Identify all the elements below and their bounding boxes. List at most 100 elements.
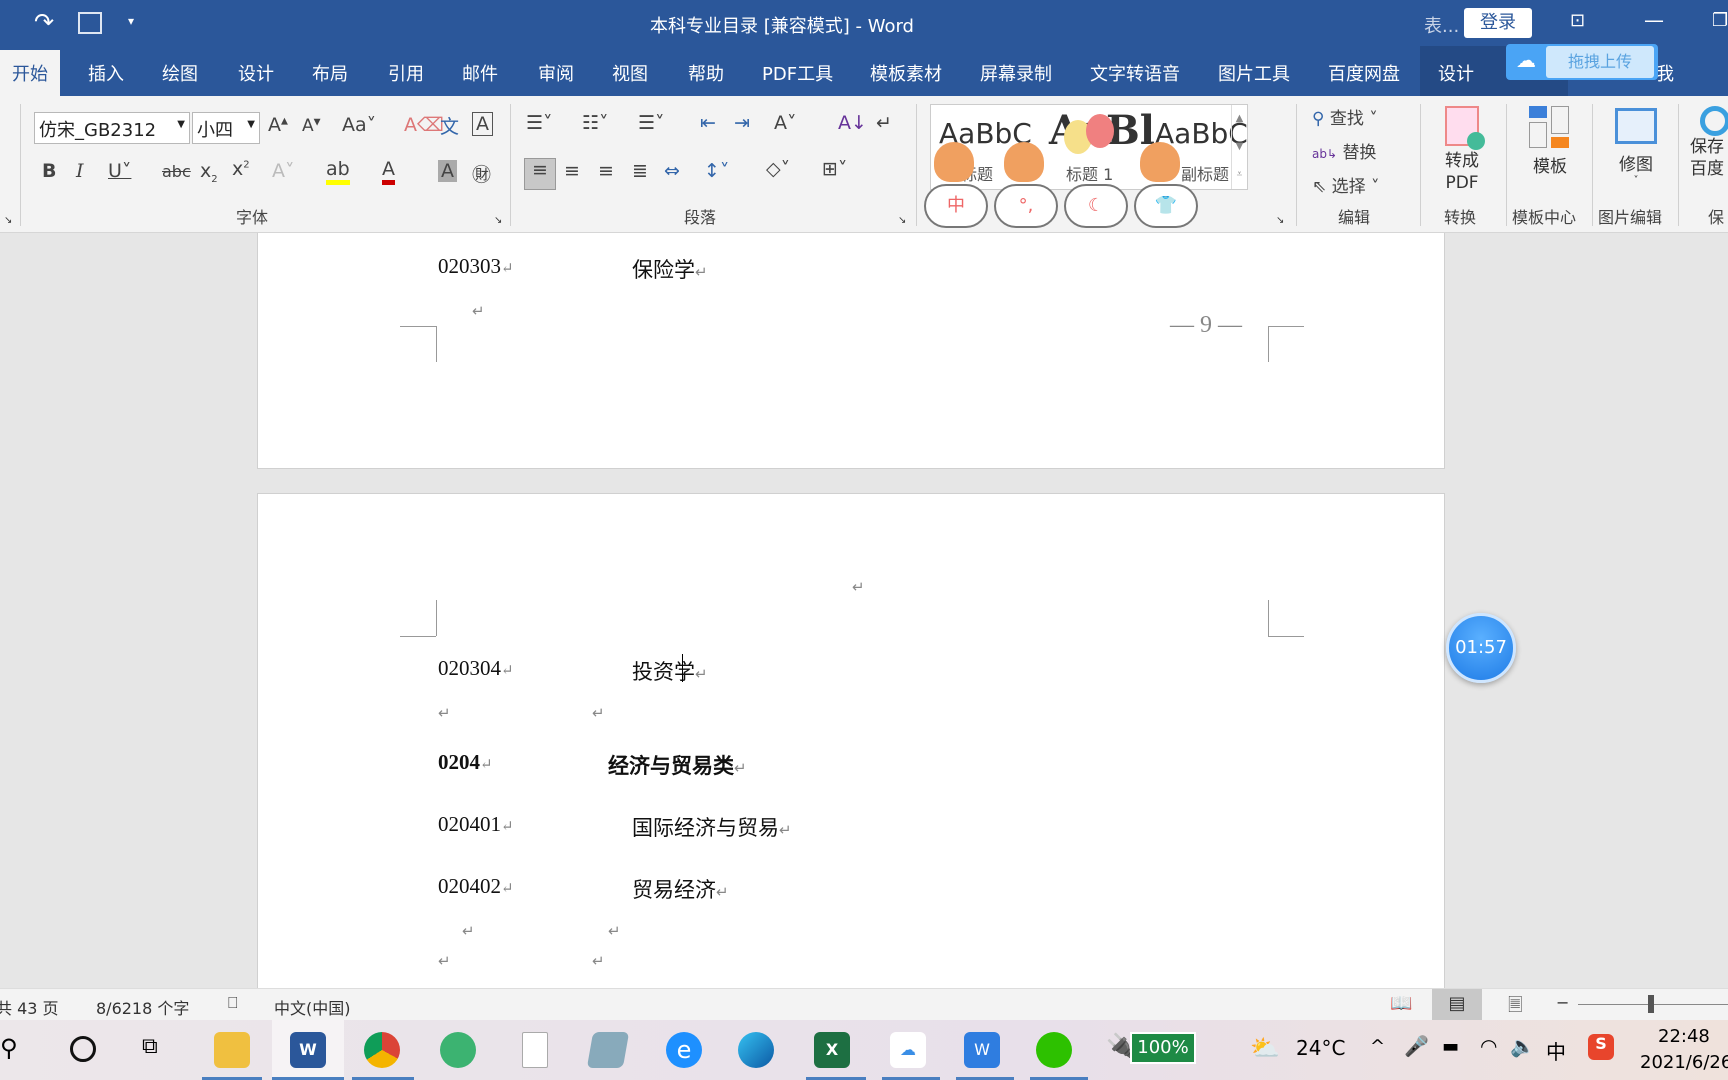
page-count[interactable]: 共 43 页 — [0, 995, 59, 1019]
doc-line[interactable]: 020303↵ — [438, 254, 514, 279]
word-icon[interactable]: W — [290, 1032, 326, 1068]
align-center-button[interactable]: ≡ — [564, 160, 580, 182]
cortana-icon[interactable] — [70, 1036, 96, 1062]
increase-indent-icon[interactable]: ⇥ — [734, 112, 750, 134]
read-mode-icon[interactable]: 📖 — [1390, 993, 1412, 1014]
styles-dialog-launcher-icon[interactable]: ↘ — [1276, 215, 1284, 226]
login-button[interactable]: 登录 — [1464, 8, 1532, 38]
file-explorer-icon[interactable] — [214, 1032, 250, 1068]
distributed-button[interactable]: ⇔ — [664, 160, 680, 182]
clock-date[interactable]: 2021/6/26 — [1640, 1052, 1728, 1073]
tab-layout[interactable]: 布局 — [312, 60, 348, 86]
text-direction-icon[interactable]: A˅ — [774, 112, 797, 134]
shop-icon[interactable] — [440, 1032, 476, 1068]
underline-button[interactable]: U˅ — [108, 160, 131, 182]
tab-help[interactable]: 帮助 — [688, 60, 724, 86]
font-name-select[interactable]: 仿宋_GB2312 ▼ — [34, 112, 190, 144]
wps-icon[interactable]: W — [964, 1032, 1000, 1068]
change-case-icon[interactable]: Aa˅ — [342, 114, 376, 136]
text-effects-icon[interactable]: A˅ — [272, 160, 295, 182]
save-baidu-button[interactable]: 保存 百度 — [1690, 106, 1728, 180]
doc-line[interactable]: 020401↵ — [438, 812, 514, 837]
doc-line[interactable]: 保险学↵ — [632, 254, 708, 284]
highlight-icon[interactable]: ab — [326, 158, 350, 185]
edge-icon[interactable] — [738, 1032, 774, 1068]
microphone-icon[interactable]: 🎤 — [1404, 1034, 1429, 1058]
search-box[interactable]: 表... — [1424, 12, 1459, 38]
page-9[interactable]: 020303↵ 保险学↵ ↵ — 9 — — [257, 233, 1445, 469]
replace-button[interactable]: ab↳ 替换 — [1312, 138, 1376, 163]
tab-mailings[interactable]: 邮件 — [462, 60, 498, 86]
italic-button[interactable]: I — [76, 160, 84, 182]
baidu-netdisk-icon[interactable]: ☁ — [890, 1032, 926, 1068]
restore-button[interactable]: ❐ — [1712, 10, 1728, 31]
bold-button[interactable]: B — [42, 160, 56, 182]
chevron-up-icon[interactable]: ^ — [1370, 1036, 1385, 1057]
redo-icon[interactable]: ↷ — [34, 8, 54, 36]
blank-file-icon[interactable] — [522, 1032, 548, 1068]
show-marks-icon[interactable]: ↵ — [876, 112, 892, 134]
doc-line[interactable]: 020402↵ — [438, 874, 514, 899]
doc-line[interactable]: 020304↵ — [438, 656, 514, 681]
print-layout-icon[interactable]: ▤ — [1432, 989, 1482, 1021]
superscript-button[interactable]: x2 — [232, 158, 250, 180]
enclose-characters-icon[interactable]: ㊖ — [472, 160, 491, 187]
tab-templates[interactable]: 模板素材 — [870, 60, 942, 86]
retouch-button[interactable]: 修图 ˅ — [1596, 102, 1676, 202]
wifi-icon[interactable]: ◠ — [1480, 1034, 1497, 1058]
web-layout-icon[interactable]: 🗏 — [1508, 993, 1522, 1023]
font-dialog-launcher-icon[interactable]: ↘ — [494, 215, 502, 226]
tab-design-contextual[interactable]: 设计 — [1438, 60, 1474, 86]
shrink-font-icon[interactable]: A▼ — [302, 116, 321, 136]
align-left-button[interactable]: ≡ — [524, 158, 556, 190]
shading-icon[interactable]: ◇˅ — [766, 158, 790, 180]
character-border-icon[interactable]: A — [472, 112, 493, 136]
language[interactable]: 中文(中国) — [274, 995, 351, 1019]
search-icon[interactable]: ⚲ — [0, 1034, 18, 1062]
subscript-button[interactable]: x2 — [200, 160, 218, 185]
tab-design[interactable]: 设计 — [238, 60, 274, 86]
weather-icon[interactable]: ⛅ — [1250, 1034, 1280, 1062]
proofing-icon[interactable]: ⎕ — [228, 993, 238, 1013]
template-button[interactable]: 模板 — [1510, 102, 1590, 202]
customize-qat-icon[interactable]: ▾ — [128, 14, 134, 28]
volume-icon[interactable]: 🔈 — [1510, 1034, 1535, 1058]
numbering-icon[interactable]: ☷˅ — [582, 112, 609, 134]
tab-review[interactable]: 审阅 — [538, 60, 574, 86]
page-10[interactable]: ↵ 020304↵ 投资学↵ ↵ ↵ 0204↵ 经济与贸易类↵ 020401↵ … — [257, 493, 1445, 988]
layout-icon[interactable] — [78, 12, 102, 34]
document-area[interactable]: 020303↵ 保险学↵ ↵ — 9 — ↵ 020304↵ 投资学↵ ↵ ↵ 0… — [0, 233, 1728, 988]
tab-baidu-netdisk[interactable]: 百度网盘 — [1328, 60, 1400, 86]
phonetic-guide-icon[interactable]: 文 — [440, 112, 459, 139]
character-shading-icon[interactable]: A — [438, 160, 457, 182]
zoom-out-button[interactable]: − — [1556, 993, 1569, 1012]
tab-draw[interactable]: 绘图 — [162, 60, 198, 86]
word-count[interactable]: 8/6218 个字 — [96, 995, 189, 1019]
minimize-button[interactable]: — — [1644, 8, 1664, 32]
wechat-icon[interactable] — [1036, 1032, 1072, 1068]
ie-icon[interactable]: e — [666, 1032, 702, 1068]
sort-icon[interactable]: A↓ — [838, 112, 867, 134]
font-size-select[interactable]: 小四 ▼ — [192, 112, 260, 144]
zoom-slider-thumb[interactable] — [1648, 995, 1654, 1013]
tab-pdf-tools[interactable]: PDF工具 — [762, 60, 833, 86]
styles-scroll[interactable]: ▲ ▼ ⩡ — [1231, 105, 1247, 189]
notepad-icon[interactable] — [586, 1032, 630, 1068]
battery-icon[interactable]: ▬ — [1442, 1036, 1459, 1057]
doc-line[interactable]: 0204↵ — [438, 750, 493, 775]
doc-line[interactable]: 投资学↵ — [632, 656, 708, 686]
ime-indicator[interactable]: 中 — [1546, 1036, 1566, 1065]
borders-icon[interactable]: ⊞˅ — [822, 158, 847, 180]
grow-font-icon[interactable]: A▲ — [268, 114, 288, 136]
doc-line[interactable]: 贸易经济↵ — [632, 874, 729, 904]
clear-formatting-icon[interactable]: A⌫ — [404, 114, 444, 136]
tab-text-to-speech[interactable]: 文字转语音 — [1090, 60, 1180, 86]
chrome-icon[interactable] — [364, 1032, 400, 1068]
excel-icon[interactable]: X — [814, 1032, 850, 1068]
doc-line[interactable]: 经济与贸易类↵ — [608, 750, 747, 780]
strikethrough-button[interactable]: abc — [162, 162, 191, 181]
clipboard-launcher-icon[interactable]: ↘ — [4, 215, 12, 226]
temperature[interactable]: 24°C — [1296, 1036, 1345, 1060]
tab-references[interactable]: 引用 — [388, 60, 424, 86]
sogou-icon[interactable]: S — [1588, 1034, 1614, 1060]
